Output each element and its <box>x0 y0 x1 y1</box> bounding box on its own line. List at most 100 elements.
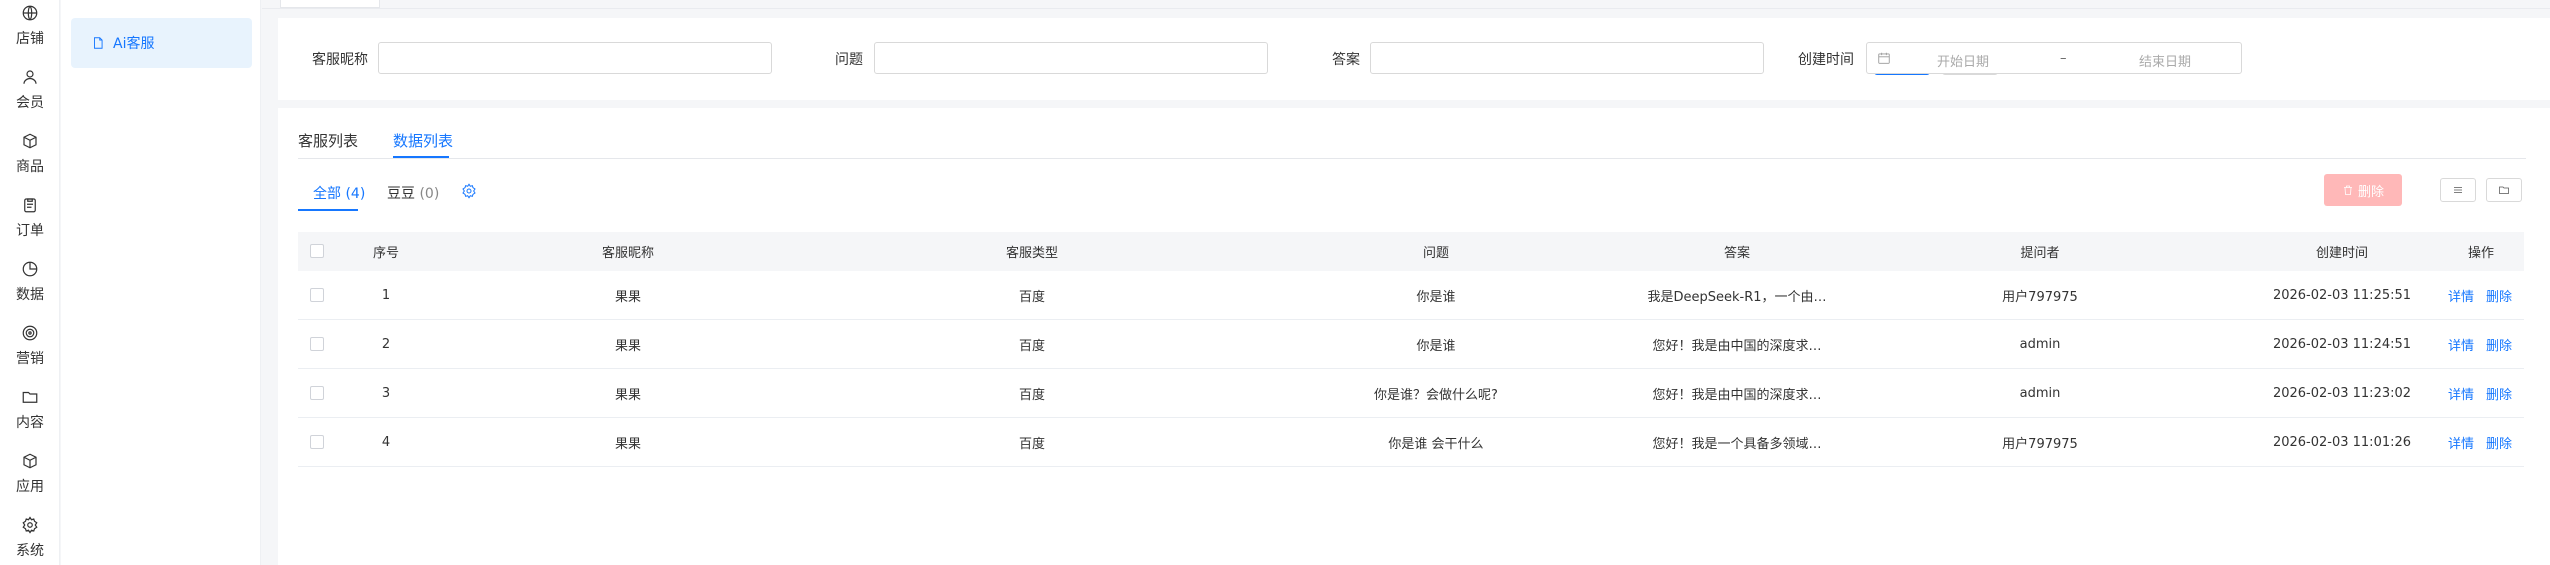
select-all-checkbox[interactable] <box>310 244 324 258</box>
folder-icon <box>2499 186 2509 194</box>
globe-icon <box>19 2 41 24</box>
gear-icon <box>19 514 41 536</box>
active-subtab-indicator <box>298 209 358 211</box>
nickname-input[interactable] <box>378 42 772 74</box>
cell-actions: 详情 删除 <box>2448 418 2524 466</box>
delete-link[interactable]: 删除 <box>2486 433 2512 452</box>
export-folder-button[interactable] <box>2486 178 2522 202</box>
document-icon <box>94 37 103 49</box>
cell-question: 你是谁 会干什么 <box>1388 436 1484 452</box>
subnav-item-ai-service[interactable]: Ai客服 <box>71 18 252 68</box>
row-checkbox[interactable] <box>310 386 324 400</box>
cell-no: 3 <box>381 385 391 401</box>
rail-item-order[interactable]: 订单 <box>0 194 60 254</box>
user-icon <box>19 66 41 88</box>
pie-chart-icon <box>19 258 41 280</box>
cell-actions: 详情 删除 <box>2448 320 2524 368</box>
col-header-created: 创建时间 <box>2315 246 2369 261</box>
bulk-delete-button[interactable]: 删除 <box>2324 174 2402 206</box>
row-checkbox[interactable] <box>310 288 324 302</box>
rail-item-label: 会员 <box>16 95 44 111</box>
data-list-card: 客服列表 数据列表 全部 (4) 豆豆 (0) 删除 序号 客服昵称 客服类型 … <box>278 108 2550 565</box>
rail-item-apps[interactable]: 应用 <box>0 450 60 510</box>
detail-link[interactable]: 详情 <box>2448 433 2474 452</box>
cell-asker: 用户797975 <box>2002 436 2078 452</box>
start-date-placeholder[interactable]: 开始日期 <box>1937 51 1989 70</box>
rail-item-label: 商品 <box>16 159 44 175</box>
col-header-nickname: 客服昵称 <box>601 246 655 261</box>
subtab-doudou[interactable]: 豆豆 (0) <box>387 183 439 203</box>
cell-nickname: 果果 <box>614 436 642 452</box>
cube-icon <box>19 450 41 472</box>
delete-link[interactable]: 删除 <box>2486 335 2512 354</box>
rail-item-label: 营销 <box>16 351 44 367</box>
cell-created: 2026-02-03 11:01:26 <box>2272 434 2412 450</box>
sub-sidebar: Ai客服 <box>61 0 261 565</box>
cell-no: 2 <box>381 336 391 352</box>
cell-answer: 我是DeepSeek-R1，一个由… <box>1647 289 1827 305</box>
date-range-picker[interactable]: 开始日期 – 结束日期 <box>1866 42 2242 74</box>
col-header-asker: 提问者 <box>2020 246 2060 261</box>
cell-asker: admin <box>2019 385 2061 401</box>
subtab-label: 豆豆 <box>387 186 415 202</box>
rail-item-product[interactable]: 商品 <box>0 130 60 190</box>
cell-asker: 用户797975 <box>2002 289 2078 305</box>
rail-item-marketing[interactable]: 营销 <box>0 322 60 382</box>
subtab-all[interactable]: 全部 (4) <box>313 183 365 203</box>
created-time-label: 创建时间 <box>1798 52 1854 68</box>
answer-input[interactable] <box>1370 42 1764 74</box>
rail-item-label: 系统 <box>16 543 44 559</box>
question-label: 问题 <box>835 52 863 68</box>
subtab-label: 全部 <box>313 186 341 202</box>
row-checkbox[interactable] <box>310 435 324 449</box>
tab-divider <box>298 158 2526 159</box>
clipboard-icon <box>19 194 41 216</box>
detail-link[interactable]: 详情 <box>2448 286 2474 305</box>
target-icon <box>19 322 41 344</box>
cell-type: 百度 <box>1018 338 1046 354</box>
cell-created: 2026-02-03 11:24:51 <box>2272 336 2412 352</box>
delete-link[interactable]: 删除 <box>2486 286 2512 305</box>
tab-strip-divider <box>262 8 2550 9</box>
rail-item-store[interactable]: 店铺 <box>0 2 60 62</box>
cell-type: 百度 <box>1018 436 1046 452</box>
cell-created: 2026-02-03 11:23:02 <box>2272 385 2412 401</box>
table-row: 2 果果 百度 你是谁 您好！我是由中国的深度求… admin 2026-02-… <box>298 320 2524 369</box>
rail-item-label: 内容 <box>16 415 44 431</box>
cell-nickname: 果果 <box>614 387 642 403</box>
delete-link[interactable]: 删除 <box>2486 384 2512 403</box>
row-checkbox[interactable] <box>310 337 324 351</box>
active-tab-indicator <box>393 156 449 158</box>
detail-link[interactable]: 详情 <box>2448 384 2474 403</box>
question-input[interactable] <box>874 42 1268 74</box>
subtab-count: (4) <box>345 186 366 202</box>
table-row: 4 果果 百度 你是谁 会干什么 您好！我是一个具备多领域… 用户797975 … <box>298 418 2524 467</box>
col-header-no: 序号 <box>372 246 400 261</box>
page-tab[interactable] <box>280 0 380 8</box>
rail-item-label: 订单 <box>16 223 44 239</box>
col-header-actions: 操作 <box>2467 246 2495 261</box>
end-date-placeholder[interactable]: 结束日期 <box>2139 51 2191 70</box>
cell-nickname: 果果 <box>614 338 642 354</box>
cell-created: 2026-02-03 11:25:51 <box>2272 287 2412 303</box>
main-nav-rail: 店铺 会员 商品 订单 数据 营销 内容 应用 系统 <box>0 0 60 565</box>
calendar-icon <box>1878 52 1890 64</box>
rail-item-label: 店铺 <box>16 31 44 47</box>
tab-service-list[interactable]: 客服列表 <box>298 130 358 151</box>
rail-item-content[interactable]: 内容 <box>0 386 60 446</box>
cell-answer: 您好！我是由中国的深度求… <box>1652 387 1822 403</box>
detail-link[interactable]: 详情 <box>2448 335 2474 354</box>
rail-item-data[interactable]: 数据 <box>0 258 60 318</box>
rail-item-member[interactable]: 会员 <box>0 66 60 126</box>
cell-question: 你是谁 <box>1416 289 1456 305</box>
subtab-settings-gear-icon[interactable] <box>461 183 477 199</box>
cell-type: 百度 <box>1018 289 1046 305</box>
col-header-question: 问题 <box>1422 246 1450 261</box>
tab-data-list[interactable]: 数据列表 <box>393 130 453 151</box>
box-icon <box>19 130 41 152</box>
table-header: 序号 客服昵称 客服类型 问题 答案 提问者 创建时间 操作 <box>298 232 2524 271</box>
col-header-type: 客服类型 <box>1005 246 1059 261</box>
rail-item-system[interactable]: 系统 <box>0 514 60 565</box>
cell-no: 4 <box>381 434 391 450</box>
column-filter-button[interactable] <box>2440 178 2476 202</box>
